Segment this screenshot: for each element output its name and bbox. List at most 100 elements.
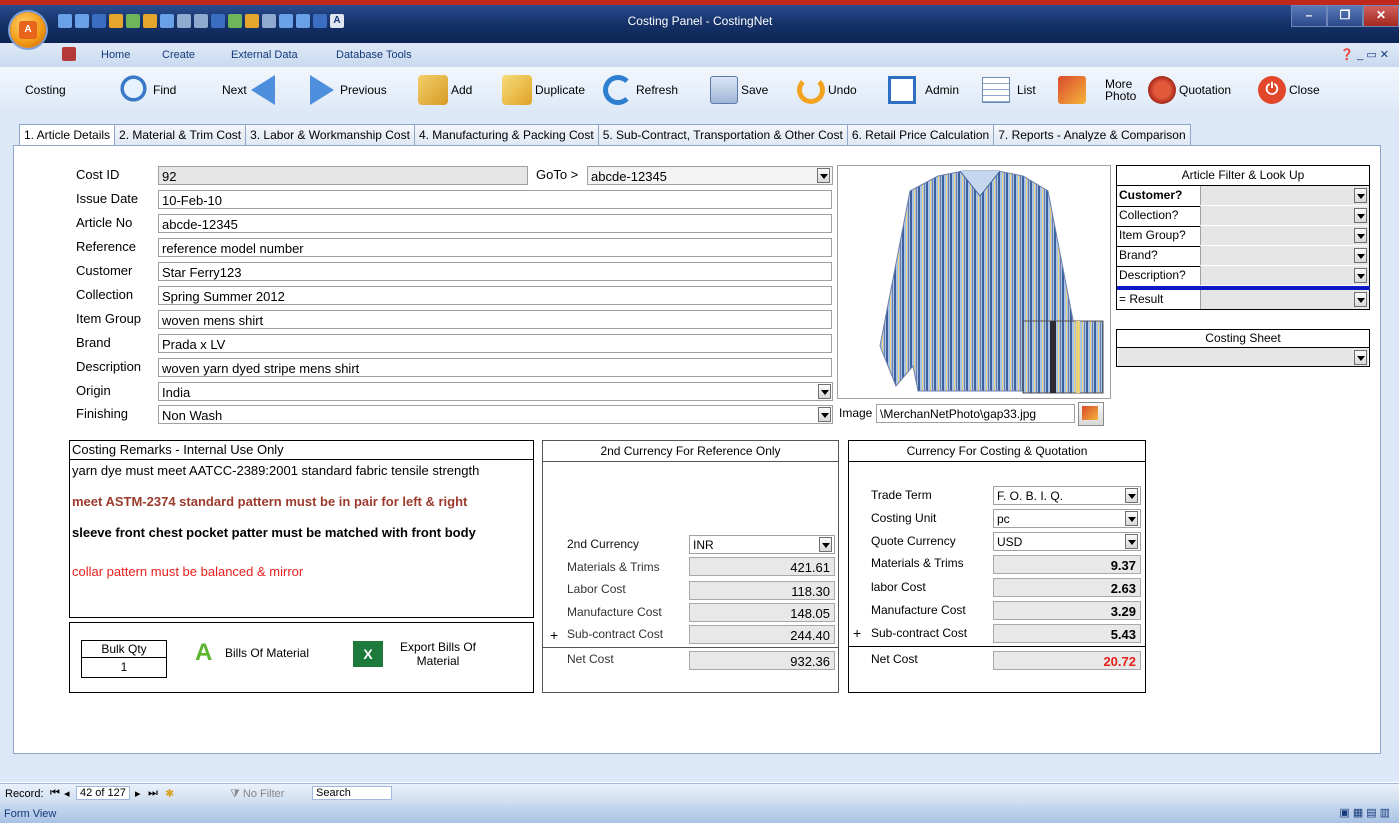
view-switcher-icons[interactable]: ▣▦▤▥ (1339, 806, 1393, 819)
report-qat-icon[interactable] (126, 14, 140, 28)
undo-button[interactable]: Undo (797, 67, 857, 113)
brand-field[interactable]: Prada x LV (158, 334, 832, 353)
goto-dropdown-icon[interactable] (817, 168, 830, 183)
previous-button[interactable]: Previous (310, 67, 387, 113)
export-bom-button[interactable]: Export Bills Of Material (400, 640, 476, 668)
goto-select[interactable]: abcde-12345 (587, 166, 833, 185)
filter-result-row[interactable]: = Result (1117, 290, 1370, 310)
bulk-qty-label: Bulk Qty (101, 642, 147, 656)
second-currency-select[interactable]: INR (689, 535, 835, 554)
costing-unit-dropdown-icon[interactable] (1125, 511, 1138, 526)
quote-currency-select[interactable]: USD (993, 532, 1141, 551)
bills-of-material-button[interactable]: A Bills Of Material (195, 638, 309, 668)
query-qat-icon[interactable] (143, 14, 157, 28)
no-filter-button[interactable]: ⧩ No Filter (230, 788, 284, 801)
filter-item-group-row[interactable]: Item Group? (1117, 226, 1370, 247)
filter-description-row[interactable]: Description? (1117, 266, 1370, 287)
origin-select[interactable]: India (158, 382, 833, 401)
finishing-select[interactable]: Non Wash (158, 405, 833, 424)
reference-field[interactable]: reference model number (158, 238, 832, 257)
close-button[interactable]: ⏻ Close (1258, 67, 1320, 113)
filter-customer-row[interactable]: Customer? (1117, 186, 1370, 207)
next-record-icon[interactable]: ▸ (135, 787, 141, 800)
next-button[interactable]: Next (222, 67, 275, 113)
duplicate-button[interactable]: Duplicate (502, 67, 585, 113)
first-record-icon[interactable]: ⏮ (50, 787, 60, 800)
customer-field[interactable]: Star Ferry123 (158, 262, 832, 281)
sort-asc-qat-icon[interactable] (177, 14, 191, 28)
sc-materials-value: 421.61 (689, 557, 835, 576)
bulk-qty-field[interactable]: 1 (82, 660, 166, 674)
issue-date-field[interactable]: 10-Feb-10 (158, 190, 832, 209)
costing-sheet-select[interactable] (1118, 348, 1368, 366)
trade-term-select[interactable]: F. O. B. I. Q. (993, 486, 1141, 505)
finishing-dropdown-icon[interactable] (818, 407, 831, 422)
filter-brand-row[interactable]: Brand? (1117, 246, 1370, 267)
new-record-icon[interactable]: ✱ (165, 787, 174, 800)
record-position-field[interactable]: 42 of 127 (76, 786, 130, 800)
quotation-button[interactable]: Quotation (1148, 67, 1231, 113)
add-button[interactable]: Add (418, 67, 472, 113)
tab-labor-workmanship-cost[interactable]: 3. Labor & Workmanship Cost (245, 124, 415, 145)
sort-desc-qat-icon[interactable] (194, 14, 208, 28)
undo-qat-icon[interactable] (58, 14, 72, 28)
article-no-field[interactable]: abcde-12345 (158, 214, 832, 233)
origin-dropdown-icon[interactable] (818, 384, 831, 399)
costing-unit-select[interactable]: pc (993, 509, 1141, 528)
save-button[interactable]: Save (710, 67, 768, 113)
more-photo-button[interactable]: More Photo (1058, 67, 1136, 113)
tab-subcontract-transport-cost[interactable]: 5. Sub-Contract, Transportation & Other … (597, 124, 848, 145)
refresh-qat-icon[interactable] (228, 14, 242, 28)
restore-icon[interactable]: ❐ (1327, 5, 1363, 27)
cost-id-field[interactable]: 92 (158, 166, 528, 185)
cost-id-label: Cost ID (76, 167, 120, 182)
sc-net-label: Net Cost (567, 652, 614, 666)
redo-qat-icon[interactable] (75, 14, 89, 28)
second-currency-dropdown-icon[interactable] (819, 537, 832, 552)
description-field[interactable]: woven yarn dyed stripe mens shirt (158, 358, 832, 377)
ribbon-tab-create[interactable]: Create (162, 49, 195, 61)
collection-field[interactable]: Spring Summer 2012 (158, 286, 832, 305)
list-button[interactable]: List (982, 67, 1036, 113)
save-qat-icon[interactable] (92, 14, 106, 28)
costing-sheet-dropdown-icon[interactable] (1354, 350, 1367, 365)
quote-currency-dropdown-icon[interactable] (1125, 534, 1138, 549)
tab-retail-price-calculation[interactable]: 6. Retail Price Calculation (846, 124, 995, 145)
copy-qat-icon[interactable] (279, 14, 293, 28)
tab-manufacturing-packing-cost[interactable]: 4. Manufacturing & Packing Cost (413, 124, 599, 145)
spell-qat-icon[interactable] (313, 14, 327, 28)
search-field[interactable]: Search (312, 786, 392, 800)
filter-qat-icon[interactable] (211, 14, 225, 28)
close-window-icon[interactable]: ✕ (1363, 5, 1399, 27)
cc-net-value: 20.72 (993, 651, 1141, 670)
office-button[interactable]: A (10, 12, 46, 48)
font-qat-icon[interactable]: A (330, 14, 344, 28)
ribbon-tab-home[interactable]: Home (101, 49, 130, 61)
help-icon[interactable]: ❓ _ ▭ ✕ (1340, 48, 1389, 61)
sc-labor-label: Labor Cost (567, 582, 626, 596)
paste-qat-icon[interactable] (296, 14, 310, 28)
find-button[interactable]: Find (120, 67, 176, 113)
item-group-field[interactable]: woven mens shirt (158, 310, 832, 329)
admin-button[interactable]: Admin (888, 67, 959, 113)
last-record-icon[interactable]: ⏭ (148, 787, 158, 800)
trade-term-dropdown-icon[interactable] (1125, 488, 1138, 503)
tab-article-details[interactable]: 1. Article Details (19, 124, 116, 147)
duplicate-icon (502, 75, 532, 105)
image-path-field[interactable]: \MerchanNetPhoto\gap33.jpg (876, 404, 1075, 423)
minimize-icon[interactable]: – (1291, 5, 1327, 27)
tab-reports-analyze[interactable]: 7. Reports - Analyze & Comparison (993, 124, 1191, 145)
table-qat-icon[interactable] (160, 14, 174, 28)
ribbon-tab-external-data[interactable]: External Data (231, 49, 298, 61)
previous-label: Previous (340, 83, 387, 97)
refresh-button[interactable]: Refresh (603, 67, 678, 113)
form-qat-icon[interactable] (109, 14, 123, 28)
print-qat-icon[interactable] (245, 14, 259, 28)
cut-qat-icon[interactable] (262, 14, 276, 28)
browse-image-button[interactable] (1078, 402, 1104, 426)
tab-material-trim-cost[interactable]: 2. Material & Trim Cost (114, 124, 247, 145)
filter-collection-row[interactable]: Collection? (1117, 206, 1370, 227)
excel-icon[interactable]: X (353, 641, 383, 667)
ribbon-tab-database-tools[interactable]: Database Tools (336, 49, 412, 61)
prev-record-icon[interactable]: ◂ (64, 787, 70, 800)
